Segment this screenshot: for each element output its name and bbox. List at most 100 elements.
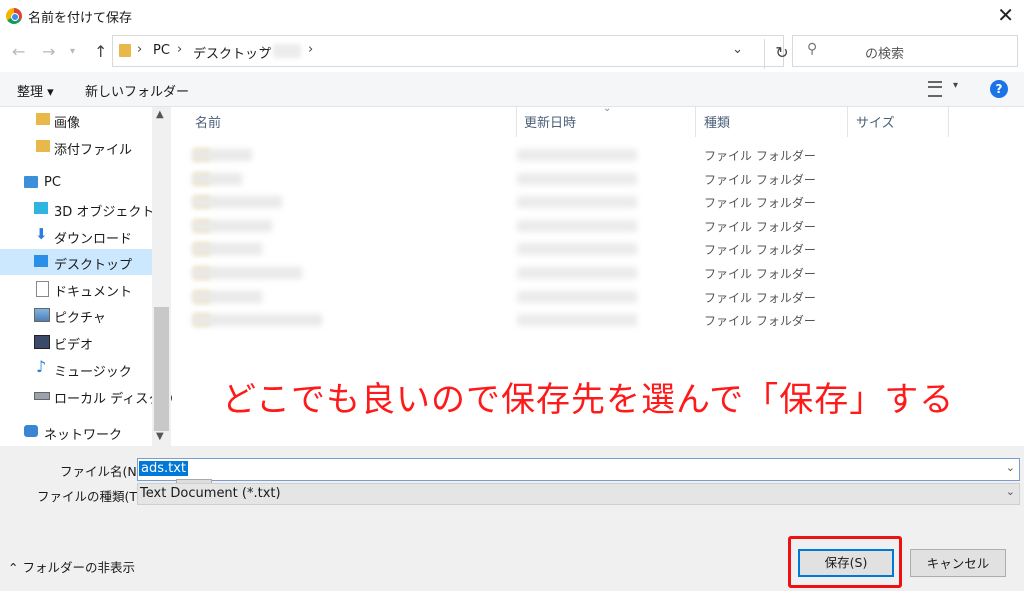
nav-item-pictures-folder[interactable]: 画像: [0, 107, 152, 133]
column-divider[interactable]: [516, 107, 517, 137]
view-list-icon[interactable]: [928, 81, 942, 97]
blurred-date: [517, 314, 637, 326]
window-title: 名前を付けて保存: [28, 11, 133, 26]
recent-chevron-icon[interactable]: ▾: [70, 46, 75, 57]
instruction-annotation: どこでも良いので保存先を選んで「保存」する: [222, 380, 955, 420]
cancel-button[interactable]: キャンセル: [910, 549, 1006, 577]
save-button[interactable]: 保存(S): [798, 549, 894, 577]
close-icon[interactable]: ✕: [997, 3, 1014, 27]
file-type: ファイル フォルダー: [704, 149, 816, 163]
search-icon: ⚲: [807, 41, 818, 57]
blurred-date: [517, 149, 637, 161]
nav-scrollbar-thumb[interactable]: [154, 307, 169, 431]
nav-item-pc[interactable]: PC: [0, 170, 152, 196]
command-toolbar: 整理 ▾ 新しいフォルダー ▾ ?: [0, 72, 1024, 107]
up-arrow-icon[interactable]: ↑: [94, 42, 107, 61]
filetype-label: ファイルの種類(T):: [37, 489, 147, 504]
chevron-up-icon: ⌃: [8, 560, 23, 575]
blurred-date: [517, 291, 637, 303]
filename-dropdown-icon[interactable]: ⌄: [1006, 461, 1015, 474]
pc-icon: [24, 176, 38, 188]
nav-item-documents[interactable]: ドキュメント: [0, 276, 152, 302]
music-note-icon: ♪: [36, 357, 47, 376]
nav-item-network[interactable]: ネットワーク: [0, 419, 152, 445]
blurred-file-name: [192, 196, 282, 208]
blurred-date: [517, 243, 637, 255]
filename-value[interactable]: ads.txt: [139, 461, 189, 476]
column-header-size[interactable]: サイズ: [856, 112, 895, 138]
file-list-pane: 名前 ⌄ 更新日時 種類 サイズ ファイル フォルダー ファイル フォルダー フ…: [172, 103, 1024, 446]
nav-item-pictures[interactable]: ピクチャ: [0, 302, 152, 328]
search-placeholder: の検索: [865, 47, 905, 62]
nav-item-music[interactable]: ♪ ミュージック: [0, 356, 152, 382]
scroll-down-icon[interactable]: ▼: [156, 431, 164, 442]
folder-icon: [36, 113, 50, 125]
address-row: ← → ▾ ↑ › PC › デスクトップ › › ⌄ ↻ ⚲ の検索: [0, 32, 1024, 70]
new-folder-button[interactable]: 新しいフォルダー: [85, 81, 189, 100]
nav-label: ビデオ: [54, 338, 94, 353]
filetype-dropdown-icon[interactable]: ⌄: [1006, 485, 1015, 498]
filetype-select[interactable]: Text Document (*.txt) ⌄: [137, 483, 1020, 505]
breadcrumb-desktop[interactable]: デスクトップ: [193, 43, 271, 62]
breadcrumb-separator-icon[interactable]: ›: [261, 42, 266, 57]
nav-label: ミュージック: [54, 365, 132, 380]
hide-folders-toggle[interactable]: ⌃ フォルダーの非表示: [8, 557, 135, 576]
drive-icon: [34, 392, 50, 400]
column-divider[interactable]: [847, 107, 848, 137]
scroll-up-icon[interactable]: ▲: [156, 109, 164, 120]
blurred-date: [517, 220, 637, 232]
blurred-file-name: [192, 220, 272, 232]
blurred-date: [517, 267, 637, 279]
nav-item-desktop[interactable]: デスクトップ: [0, 249, 152, 275]
nav-item-attachments[interactable]: 添付ファイル: [0, 134, 152, 160]
filename-input[interactable]: ads.txt ⌄: [137, 458, 1020, 481]
chrome-icon: [6, 8, 22, 24]
save-options-panel: ファイル名(N): ads.txt ⌄ ファイルの種類(T): Text Doc…: [0, 446, 1024, 591]
blurred-breadcrumb[interactable]: [273, 44, 301, 58]
organize-button[interactable]: 整理 ▾: [17, 81, 54, 100]
column-divider[interactable]: [695, 107, 696, 137]
address-bar[interactable]: › PC › デスクトップ › › ⌄ ↻: [112, 35, 789, 69]
address-dropdown-icon[interactable]: ⌄: [732, 42, 743, 57]
column-divider[interactable]: [948, 107, 949, 137]
blurred-file-name: [192, 243, 262, 255]
nav-label: ピクチャ: [54, 311, 106, 326]
nav-label: ドキュメント: [54, 285, 133, 300]
file-type: ファイル フォルダー: [704, 243, 816, 257]
nav-item-3d-objects[interactable]: 3D オブジェクト: [0, 196, 155, 222]
help-icon[interactable]: ?: [990, 80, 1008, 98]
blurred-file-name: [192, 291, 262, 303]
column-header-name[interactable]: 名前: [195, 112, 221, 138]
document-icon: [36, 281, 49, 297]
breadcrumb-separator-icon[interactable]: ›: [177, 42, 182, 57]
file-type: ファイル フォルダー: [704, 267, 816, 281]
nav-item-videos[interactable]: ビデオ: [0, 329, 152, 355]
forward-arrow-icon[interactable]: →: [42, 42, 55, 61]
nav-item-downloads[interactable]: ⬇ ダウンロード: [0, 223, 152, 249]
title-bar: 名前を付けて保存 ✕: [0, 0, 1024, 32]
blurred-file-name: [192, 267, 302, 279]
folder-icon: [36, 140, 50, 152]
blurred-file-name: [192, 314, 322, 326]
blurred-date: [517, 196, 637, 208]
hide-folders-label: フォルダーの非表示: [22, 560, 135, 575]
nav-label: 3D オブジェクト: [54, 205, 155, 220]
picture-icon: [34, 308, 50, 322]
column-header-date[interactable]: 更新日時: [524, 112, 576, 138]
search-box[interactable]: ⚲ の検索: [792, 35, 1018, 67]
nav-label: デスクトップ: [54, 258, 133, 273]
back-arrow-icon[interactable]: ←: [12, 42, 25, 61]
breadcrumb-pc[interactable]: PC: [153, 43, 170, 58]
download-arrow-icon: ⬇: [35, 225, 48, 243]
nav-label: 添付ファイル: [54, 143, 133, 158]
blurred-file-name: [192, 149, 252, 161]
blurred-date: [517, 173, 637, 185]
blurred-file-name: [192, 173, 242, 185]
filetype-value: Text Document (*.txt): [140, 486, 281, 501]
breadcrumb-separator-icon[interactable]: ›: [137, 42, 142, 57]
nav-item-local-disk[interactable]: ローカル ディスク (C: [0, 383, 180, 409]
column-header-type[interactable]: 種類: [704, 112, 730, 138]
file-type: ファイル フォルダー: [704, 291, 816, 305]
view-dropdown-icon[interactable]: ▾: [953, 80, 958, 91]
breadcrumb-separator-icon[interactable]: ›: [308, 42, 313, 57]
